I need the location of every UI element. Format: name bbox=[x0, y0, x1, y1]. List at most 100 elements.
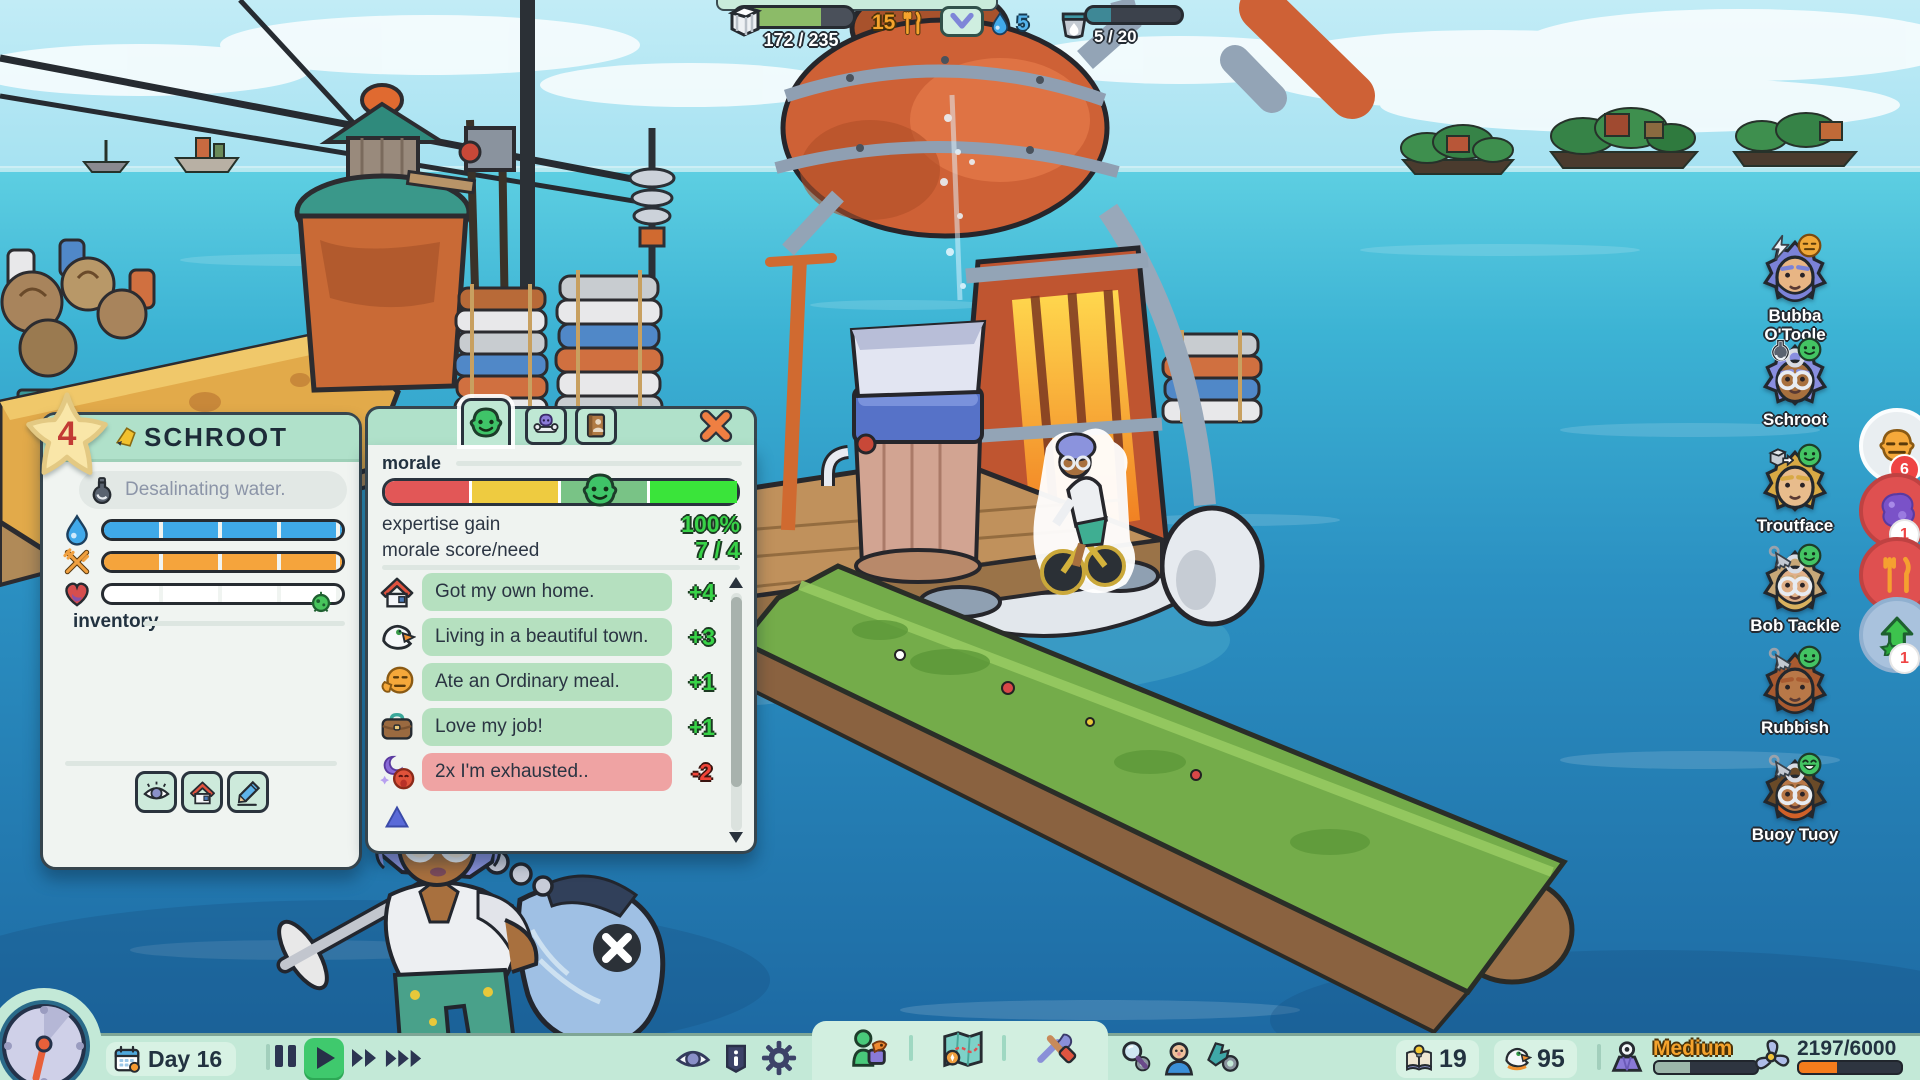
research-points-display[interactable]: 19 bbox=[1396, 1040, 1479, 1078]
saw-icon bbox=[1767, 544, 1794, 571]
water-tank-meter: 5 / 20 bbox=[1058, 5, 1184, 47]
crew-member-buoy-tuoy[interactable]: Buoy Tuoy bbox=[1738, 757, 1852, 845]
flask-icon bbox=[1767, 338, 1794, 365]
crew-name: Rubbish bbox=[1738, 719, 1852, 738]
morale-tab-icon bbox=[466, 403, 506, 443]
divider bbox=[1002, 1035, 1006, 1061]
fastest-forward-button[interactable] bbox=[384, 1046, 424, 1070]
morale-score-label: morale score/need bbox=[382, 540, 539, 562]
water-counter: 5 bbox=[988, 10, 1029, 37]
calendar-icon bbox=[112, 1044, 142, 1074]
scroll-down-icon[interactable] bbox=[729, 832, 743, 843]
sickness-germ-icon bbox=[307, 589, 335, 617]
go-home-button[interactable] bbox=[181, 771, 223, 813]
morale-modifier-value: +1 bbox=[680, 669, 724, 696]
mood-laugh-icon bbox=[1796, 751, 1823, 778]
morale-modifier-value: +4 bbox=[680, 579, 724, 606]
crew-member-bubba-o-toole[interactable]: BubbaO'Toole bbox=[1738, 238, 1852, 344]
drifters-menu-button[interactable] bbox=[838, 1027, 900, 1073]
mood-happy-icon bbox=[1796, 336, 1823, 363]
water-tank-bar bbox=[1084, 5, 1184, 25]
divider bbox=[456, 461, 742, 466]
drifter-info-button[interactable] bbox=[1161, 1040, 1197, 1076]
morale-score-value: 7 / 4 bbox=[695, 537, 740, 564]
crate-out-icon bbox=[1767, 444, 1794, 471]
day-display[interactable]: Day 16 bbox=[106, 1042, 236, 1076]
settings-button[interactable] bbox=[760, 1039, 798, 1077]
tab-morale[interactable] bbox=[461, 398, 511, 445]
scroll-up-icon[interactable] bbox=[729, 577, 743, 588]
crew-portrait bbox=[1761, 548, 1829, 616]
crew-name: BubbaO'Toole bbox=[1738, 307, 1852, 344]
close-button[interactable] bbox=[699, 409, 741, 443]
water-stat-row bbox=[101, 519, 345, 541]
morale-bar bbox=[382, 478, 740, 506]
morale-modifier-list: Got my own home. +4 Living in a beautiful … bbox=[378, 573, 724, 843]
morale-modifier-text: Ate an Ordinary meal. bbox=[422, 663, 672, 701]
crew-member-bob-tackle[interactable]: Bob Tackle bbox=[1738, 548, 1852, 636]
day-label: Day 16 bbox=[148, 1046, 222, 1073]
food-stat-row bbox=[101, 551, 345, 573]
magnifier-gear-icon bbox=[1118, 1039, 1156, 1077]
crew-member-rubbish[interactable]: Rubbish bbox=[1738, 650, 1852, 738]
crew-portrait bbox=[1761, 757, 1829, 825]
build-tools-icon bbox=[1031, 1027, 1077, 1073]
mood-happy-icon bbox=[1796, 644, 1823, 671]
character-name: SCHROOT bbox=[144, 422, 288, 453]
fuel-meter: 2197/6000 bbox=[1752, 1038, 1903, 1076]
divider bbox=[65, 761, 337, 766]
game-screen: 172 / 235 15 5 5 / 20 4 SCHROOT Desalina… bbox=[0, 0, 1920, 1080]
tab-skills[interactable] bbox=[525, 406, 567, 445]
weight-label: Medium bbox=[1653, 1038, 1759, 1060]
water-drop-icon bbox=[988, 10, 1012, 37]
food-storage-meter: 172 / 235 bbox=[732, 5, 856, 51]
build-menu-button[interactable] bbox=[1023, 1027, 1085, 1073]
pencil-icon bbox=[234, 778, 263, 807]
morale-modifier-row: Got my own home. +4 bbox=[378, 573, 724, 611]
saw-icon bbox=[1767, 646, 1794, 673]
morale-bar-red bbox=[385, 481, 469, 503]
info-button[interactable] bbox=[720, 1041, 752, 1075]
scrollbar[interactable] bbox=[731, 593, 742, 831]
buoy-icon bbox=[1608, 1038, 1646, 1076]
gull-count-value: 95 bbox=[1537, 1045, 1565, 1074]
salvage-button[interactable] bbox=[1203, 1038, 1243, 1078]
water-value: 5 bbox=[1017, 12, 1029, 36]
tab-bio[interactable] bbox=[575, 406, 617, 445]
morale-modifier-text: Got my own home. bbox=[422, 573, 672, 611]
play-button[interactable] bbox=[304, 1038, 344, 1078]
scrollbar-thumb[interactable] bbox=[731, 597, 742, 787]
status-field: Desalinating water. bbox=[79, 471, 347, 509]
crate-icon bbox=[724, 0, 764, 39]
fast-forward-icon bbox=[350, 1047, 380, 1069]
morale-modifier-text: Love my job! bbox=[422, 708, 672, 746]
gear-icon bbox=[760, 1039, 798, 1077]
fuel-bar bbox=[1797, 1060, 1903, 1075]
name-tag-icon bbox=[114, 425, 138, 449]
follow-view-button[interactable] bbox=[135, 771, 177, 813]
rename-button[interactable] bbox=[227, 771, 269, 813]
morale-marker-icon bbox=[580, 471, 620, 511]
morale-bar-yellow bbox=[472, 481, 558, 503]
morale-modifier-row: Living in a beautiful town.+3 bbox=[378, 618, 724, 656]
research-book-icon bbox=[1404, 1044, 1434, 1074]
crew-portrait bbox=[1761, 650, 1829, 718]
drifter-cycling[interactable] bbox=[1033, 429, 1135, 594]
water-barrel-icon bbox=[1056, 5, 1092, 41]
gull-count-display[interactable]: 95 bbox=[1494, 1040, 1577, 1078]
clock-widget[interactable] bbox=[0, 986, 104, 1080]
crew-member-troutface[interactable]: Troutface bbox=[1738, 448, 1852, 536]
map-menu-button[interactable] bbox=[931, 1027, 993, 1073]
utensils-icon bbox=[899, 10, 925, 36]
overview-eye-button[interactable] bbox=[674, 1039, 712, 1077]
expand-top-panel-button[interactable] bbox=[940, 6, 984, 37]
fuel-value: 2197/6000 bbox=[1797, 1038, 1903, 1060]
crew-name: Schroot bbox=[1738, 411, 1852, 430]
fast-forward-button[interactable] bbox=[350, 1046, 380, 1070]
research-search-button[interactable] bbox=[1118, 1039, 1156, 1077]
crew-member-schroot[interactable]: Schroot bbox=[1738, 342, 1852, 430]
skills-tab-icon bbox=[530, 411, 562, 440]
pause-button[interactable] bbox=[272, 1045, 298, 1067]
propeller-icon bbox=[1752, 1038, 1790, 1076]
saw-gear-icon bbox=[1203, 1038, 1243, 1078]
